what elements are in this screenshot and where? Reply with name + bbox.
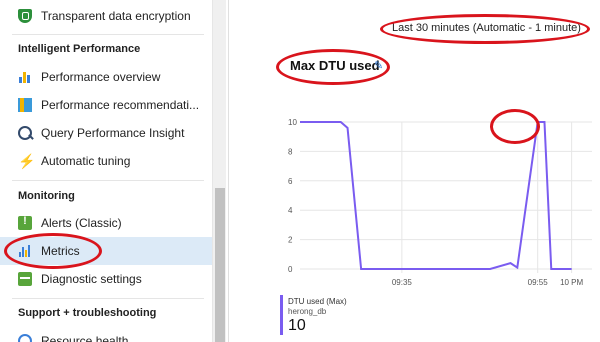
- legend-series-name: DTU used (Max): [288, 297, 347, 306]
- x-axis-ticks: 09:35 09:55 10 PM: [392, 278, 584, 287]
- legend-color-bar: [280, 295, 283, 335]
- y-tick-label: 4: [288, 206, 293, 215]
- y-tick-label: 8: [288, 147, 293, 156]
- legend-value: 10: [288, 317, 306, 334]
- y-tick-label: 6: [288, 177, 293, 186]
- y-axis-ticks: 10 8 6 4 2 0: [288, 118, 297, 274]
- y-tick-label: 2: [288, 236, 293, 245]
- legend-resource-name: herong_db: [288, 307, 327, 316]
- y-tick-label: 0: [288, 265, 293, 274]
- annotation-ellipse: [490, 109, 540, 144]
- x-tick-label: 10 PM: [560, 278, 583, 287]
- series-line: [300, 121, 572, 270]
- annotation-ellipse: [4, 233, 102, 269]
- annotation-ellipse: [276, 49, 390, 85]
- y-tick-label: 10: [288, 118, 297, 127]
- x-tick-label: 09:35: [392, 278, 413, 287]
- annotation-ellipse: [380, 14, 590, 44]
- chart-lines: [300, 121, 572, 270]
- x-tick-label: 09:55: [528, 278, 549, 287]
